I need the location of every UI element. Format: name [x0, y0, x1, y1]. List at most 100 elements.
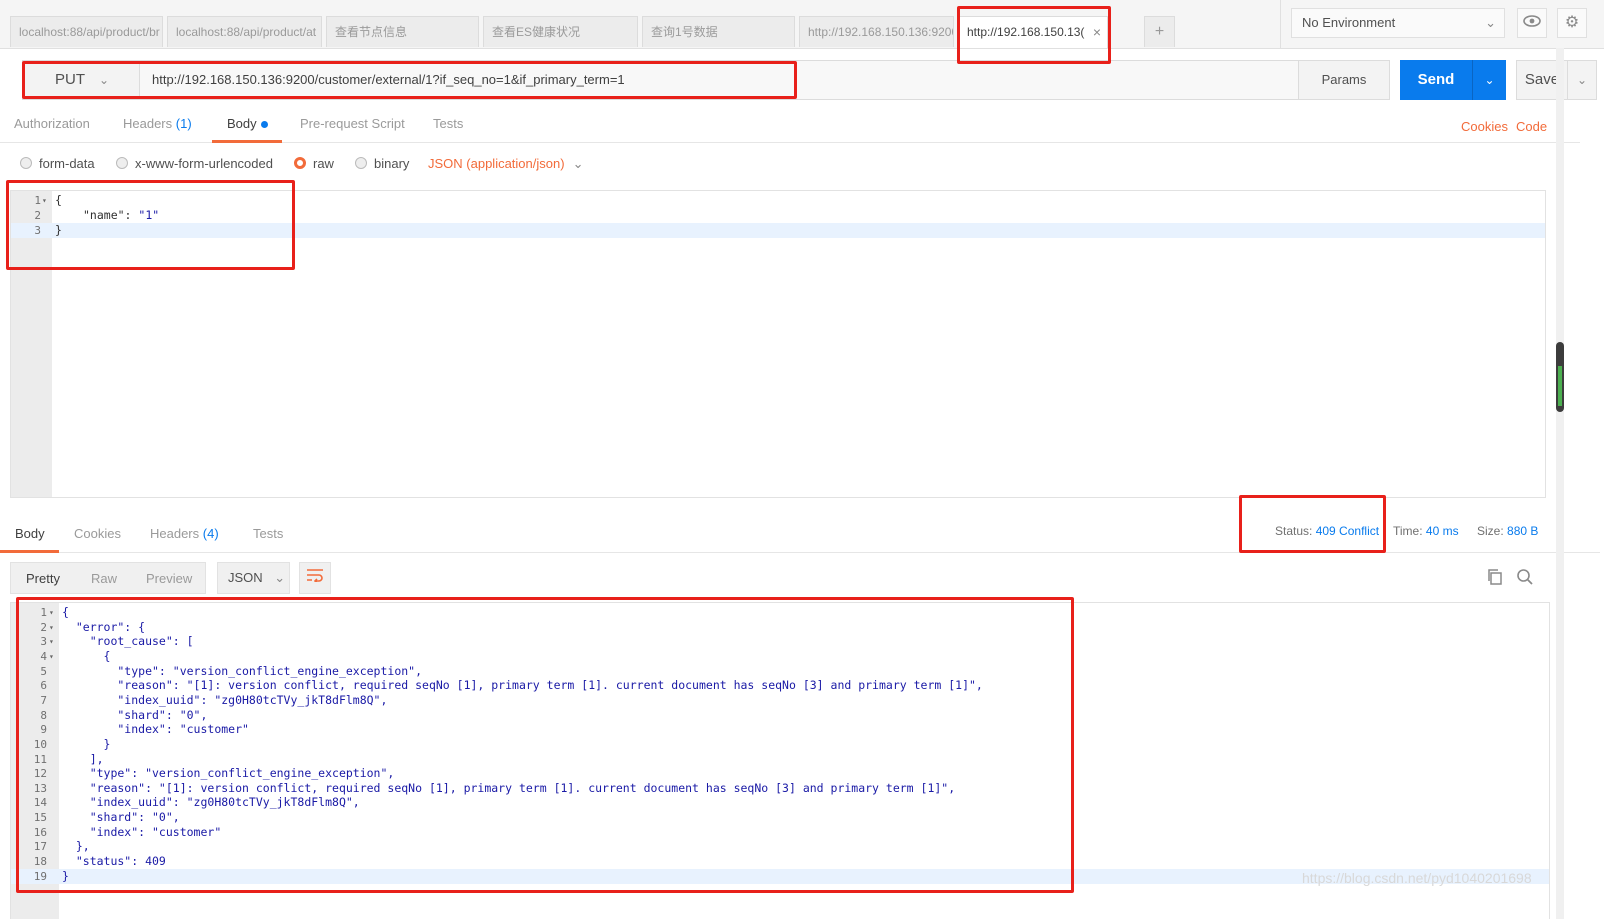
code-line-current: 3 } [11, 223, 1545, 238]
add-tab-button[interactable]: + [1144, 16, 1175, 47]
code-link[interactable]: Code [1516, 119, 1547, 134]
request-tab-3[interactable]: 查看节点信息 [326, 16, 479, 47]
code-text: ], [62, 751, 104, 766]
size-value[interactable]: 880 B [1507, 524, 1538, 538]
method-select[interactable]: PUT ⌄ [22, 60, 140, 100]
code-line: 3 ▾ "root_cause": [ [11, 634, 1549, 649]
url-input[interactable]: http://192.168.150.136:9200/customer/ext… [140, 60, 1300, 100]
code-line: 15 "shard": "0", [11, 810, 1549, 825]
code-text: "index_uuid": "zg0H80tcTVy_jkT8dFlm8Q", [62, 692, 388, 707]
format-label: JSON [228, 570, 263, 585]
code-line: 10 } [11, 737, 1549, 752]
response-tab-body[interactable]: Body [0, 526, 59, 553]
code-text: { [55, 193, 62, 207]
copy-icon[interactable] [1486, 568, 1504, 591]
radio-urlencoded[interactable]: x-www-form-urlencoded [116, 156, 273, 171]
code-line: 14 "index_uuid": "zg0H80tcTVy_jkT8dFlm8Q… [11, 795, 1549, 810]
code-line: 6 "reason": "[1]: version conflict, requ… [11, 678, 1549, 693]
line-number: 3 [40, 635, 47, 649]
request-tab-7-active[interactable]: http://192.168.150.13( × [958, 16, 1108, 48]
fold-icon[interactable]: ▾ [49, 605, 54, 620]
tab-body[interactable]: Body [212, 116, 282, 143]
environment-label: No Environment [1302, 15, 1396, 30]
params-button[interactable]: Params [1298, 60, 1390, 100]
code-line: 4 ▾ { [11, 649, 1549, 664]
code-text: "shard": "0", [62, 707, 208, 722]
tab-tests[interactable]: Tests [433, 116, 463, 140]
code-text: } [62, 736, 111, 751]
tab-label: Headers [123, 116, 173, 131]
url-bar: PUT ⌄ http://192.168.150.136:9200/custome… [10, 60, 1597, 102]
line-number: 19 [33, 869, 47, 883]
radio-raw[interactable]: raw [294, 156, 334, 171]
radio-label: form-data [39, 156, 95, 171]
time-value[interactable]: 40 ms [1426, 524, 1459, 538]
response-toolbar: Pretty Raw Preview JSON ⌄ [10, 562, 1590, 594]
tab-headers[interactable]: Headers (1) [123, 116, 192, 140]
json-value: "1" [138, 208, 160, 222]
code-text: } [55, 223, 62, 237]
content-type-select[interactable]: JSON (application/json) ⌄ [428, 156, 583, 172]
environment-select[interactable]: No Environment ⌄ [1291, 8, 1505, 38]
line-number: 6 [40, 679, 47, 693]
gear-icon[interactable]: ⚙ [1557, 8, 1587, 38]
raw-view-button[interactable]: Raw [91, 571, 117, 586]
response-tab-headers[interactable]: Headers (4) [150, 526, 219, 550]
radio-binary[interactable]: binary [355, 156, 409, 171]
send-button[interactable]: Send [1400, 60, 1472, 100]
send-options-chevron-icon[interactable]: ⌄ [1472, 60, 1506, 100]
line-number: 2 [34, 209, 41, 222]
fold-icon[interactable]: ▾ [49, 649, 54, 664]
line-number: 14 [33, 796, 47, 810]
radio-form-data[interactable]: form-data [20, 156, 95, 171]
code-line: 5 "type": "version_conflict_engine_excep… [11, 664, 1549, 679]
request-body-editor[interactable]: 1 ▾ { 2 "name": "1" 3 } [10, 190, 1546, 498]
cookies-link[interactable]: Cookies [1461, 119, 1508, 134]
tab-label: 查询1号数据 [651, 25, 718, 39]
response-size: Size: 880 B [1477, 524, 1538, 538]
modified-dot [260, 121, 268, 129]
close-icon[interactable]: × [1093, 17, 1101, 48]
request-tab-4[interactable]: 查看ES健康状况 [483, 16, 638, 47]
fold-icon[interactable]: ▾ [49, 634, 54, 649]
tab-label: Headers [150, 526, 200, 541]
response-tab-cookies[interactable]: Cookies [74, 526, 121, 550]
radio-label: binary [374, 156, 410, 171]
line-number: 1 [34, 194, 41, 207]
eye-icon[interactable] [1517, 8, 1547, 38]
status-value[interactable]: 409 Conflict [1316, 524, 1379, 538]
radio-circle [20, 157, 32, 169]
code-line: 16 "index": "customer" [11, 825, 1549, 840]
scrollbar-thumb[interactable] [1556, 342, 1564, 412]
response-format-select[interactable]: JSON ⌄ [217, 562, 290, 594]
request-tab-2[interactable]: localhost:88/api/product/at [167, 16, 322, 47]
scrollbar-track[interactable] [1556, 48, 1564, 919]
wrap-lines-icon[interactable] [299, 562, 331, 594]
time-label: Time: [1393, 524, 1423, 538]
line-number: 10 [33, 737, 47, 751]
response-time: Time: 40 ms [1393, 524, 1459, 538]
request-tab-1[interactable]: localhost:88/api/product/br [10, 16, 163, 47]
preview-button[interactable]: Preview [146, 571, 192, 586]
tab-prerequest-script[interactable]: Pre-request Script [300, 116, 405, 140]
request-tab-6[interactable]: http://192.168.150.136:9200 [799, 16, 954, 47]
chevron-down-icon: ⌄ [1485, 15, 1496, 30]
code-text: { [62, 648, 111, 663]
code-line: 8 "shard": "0", [11, 708, 1549, 723]
code-text: "index": "customer" [62, 722, 249, 737]
fold-icon[interactable]: ▾ [49, 620, 54, 635]
json-key: "name" [83, 208, 125, 222]
chevron-down-icon: ⌄ [274, 570, 286, 585]
tab-authorization[interactable]: Authorization [14, 116, 90, 140]
save-options-chevron-icon[interactable]: ⌄ [1567, 60, 1597, 100]
pretty-view-button[interactable]: Pretty [26, 571, 60, 586]
code-line: 17 }, [11, 839, 1549, 854]
tab-label: localhost:88/api/product/at [176, 25, 317, 39]
search-icon[interactable] [1516, 568, 1534, 591]
body-type-selector: form-data x-www-form-urlencoded raw bina… [0, 152, 800, 176]
response-tab-tests[interactable]: Tests [253, 526, 283, 550]
chevron-down-icon: ⌄ [572, 156, 584, 171]
line-number: 8 [40, 708, 47, 722]
line-number: 7 [40, 693, 47, 707]
request-tab-5[interactable]: 查询1号数据 [642, 16, 795, 47]
